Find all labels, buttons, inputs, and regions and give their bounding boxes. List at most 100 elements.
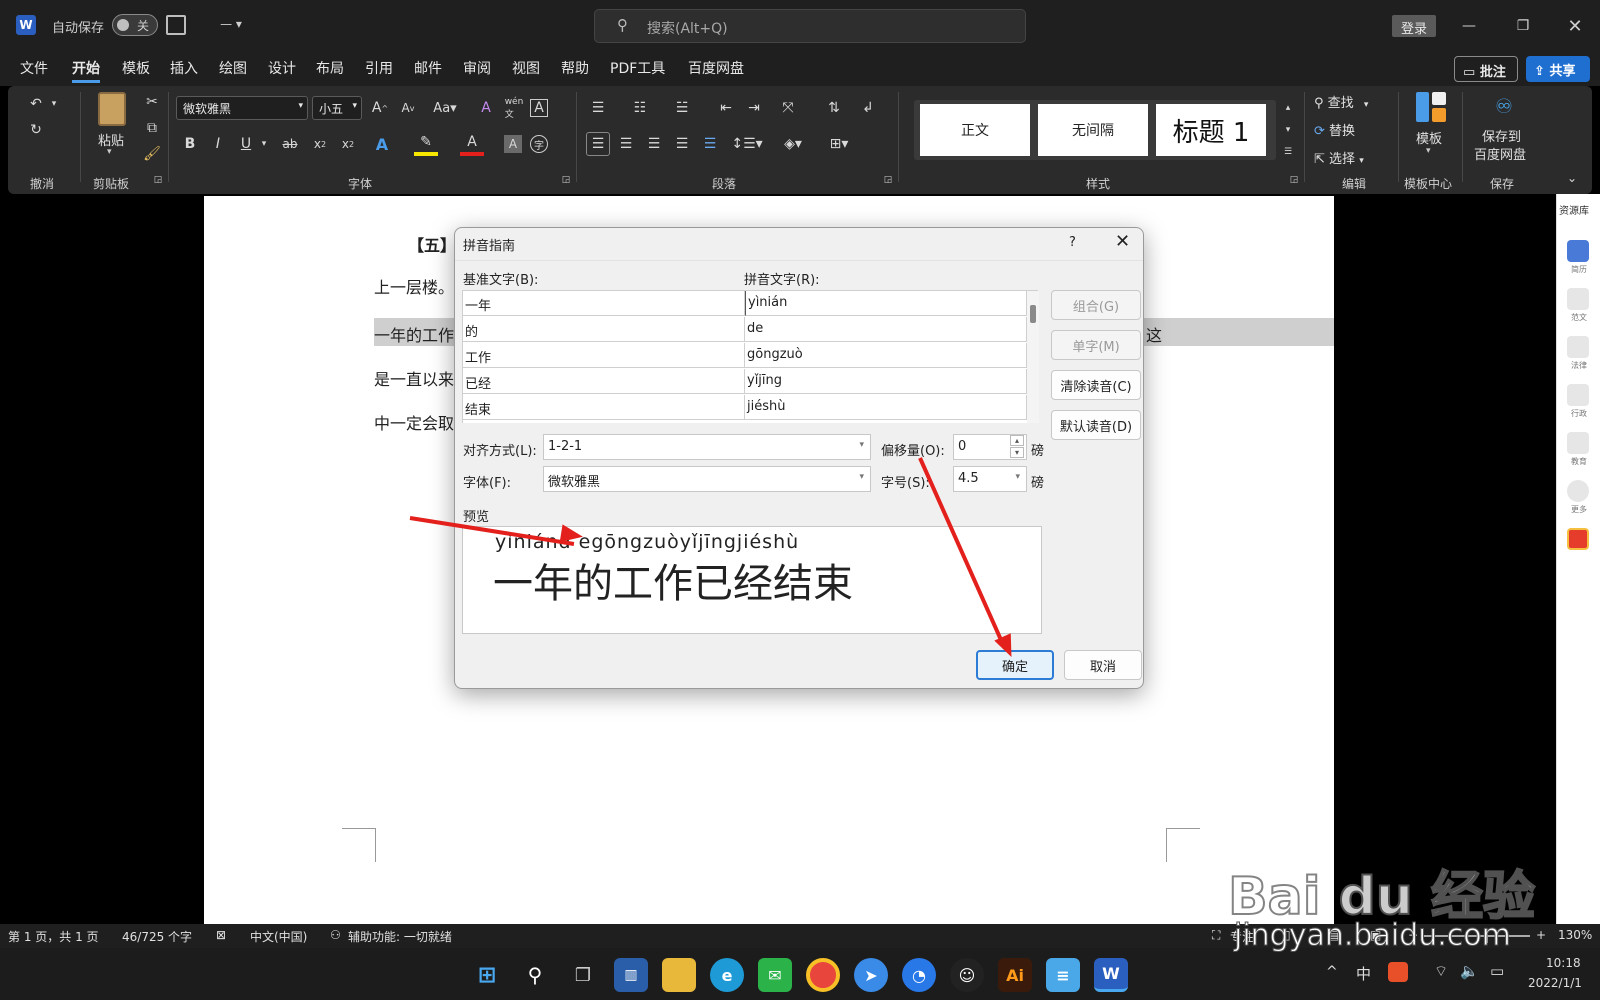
volume-icon[interactable]: 🔈 (1460, 962, 1479, 980)
paste-button[interactable]: 粘贴 ▾ (92, 92, 132, 162)
ruby-text-input[interactable]: jiéshù (745, 395, 1027, 420)
sogou-icon[interactable] (1388, 962, 1408, 982)
clear-formatting-icon[interactable]: A (474, 96, 498, 120)
ruby-text-input[interactable]: gōngzuò (745, 343, 1027, 368)
word-count[interactable]: 46/725 个字 (122, 928, 192, 945)
phonetic-guide-icon[interactable]: wén 文 (502, 96, 526, 120)
autosave-toggle[interactable]: 关 (112, 14, 158, 36)
education-icon[interactable] (1567, 432, 1589, 454)
underline-icon[interactable]: U (234, 132, 258, 156)
base-text-input[interactable]: 的 (463, 317, 745, 342)
clear-reading-button[interactable]: 清除读音(C) (1051, 370, 1141, 400)
tab-references[interactable]: 引用 (365, 58, 393, 78)
ime-indicator[interactable]: 中 (1356, 963, 1371, 984)
decrease-indent-icon[interactable]: ⇤ (714, 96, 738, 120)
format-painter-icon[interactable]: 🖌 (140, 142, 164, 166)
show-marks-icon[interactable]: ↲ (856, 96, 880, 120)
start-menu-icon[interactable]: ⊞ (470, 958, 504, 992)
text-direction-icon[interactable]: ⤧ (776, 96, 800, 120)
stepper-down-icon[interactable]: ▾ (1010, 447, 1024, 458)
dialog-close-icon[interactable]: ✕ (1115, 231, 1130, 252)
align-right-icon[interactable]: ☰ (642, 132, 666, 156)
ruby-text-input[interactable]: yǐjīng (745, 369, 1027, 394)
tab-draw[interactable]: 绘图 (219, 58, 247, 78)
red-packet-icon[interactable] (1567, 528, 1589, 550)
replace-button[interactable]: ⟳ 替换 (1314, 120, 1355, 139)
style-no-spacing[interactable]: 无间隔 (1038, 104, 1148, 156)
grow-font-icon[interactable]: A ^ (368, 96, 392, 120)
font-name-select[interactable]: 微软雅黑 ▾ (176, 96, 308, 120)
resource-pane-title[interactable]: 资源库 (1559, 202, 1589, 217)
dialog-launcher-icon[interactable]: ◲ (152, 174, 164, 186)
sort-icon[interactable]: ⇅ (822, 96, 846, 120)
admin-icon[interactable] (1567, 384, 1589, 406)
bold-icon[interactable]: B (178, 132, 202, 156)
scrollbar-thumb[interactable] (1030, 305, 1036, 323)
focus-icon[interactable]: ⛶ (1212, 928, 1220, 943)
line-spacing-icon[interactable]: ↕☰▾ (730, 132, 764, 156)
language[interactable]: 中文(中国) (250, 928, 307, 945)
strikethrough-icon[interactable]: ab (278, 132, 302, 156)
base-text-input[interactable]: 结束 (463, 395, 745, 420)
dialog-launcher-icon[interactable]: ◲ (560, 174, 572, 186)
zoom-in-icon[interactable]: + (1536, 928, 1546, 942)
tencent-meeting-icon[interactable]: ◔ (902, 958, 936, 992)
font-color-icon[interactable]: A (460, 132, 484, 156)
task-view-icon[interactable]: ❐ (566, 958, 600, 992)
chrome-icon[interactable] (806, 958, 840, 992)
undo-icon[interactable]: ↶ (24, 92, 48, 116)
italic-icon[interactable]: I (206, 132, 230, 156)
bullets-icon[interactable]: ☰ (586, 96, 610, 120)
character-border-icon[interactable]: A (530, 99, 548, 117)
redo-icon[interactable]: ↻ (24, 118, 48, 142)
tab-pdf-tools[interactable]: PDF工具 (610, 58, 665, 78)
sample-doc-icon[interactable] (1567, 288, 1589, 310)
comment-button[interactable]: ▭ 批注 (1454, 56, 1518, 82)
subscript-icon[interactable]: x2 (308, 132, 332, 156)
tab-help[interactable]: 帮助 (561, 58, 589, 78)
tray-overflow-icon[interactable]: ^ (1326, 964, 1338, 980)
minimize-icon[interactable]: — (1454, 14, 1484, 38)
styles-scroll-up-icon[interactable]: ▴ (1276, 96, 1300, 120)
law-icon[interactable] (1567, 336, 1589, 358)
enclose-character-icon[interactable]: 字 (530, 135, 548, 153)
numbering-icon[interactable]: ☷ (628, 96, 652, 120)
edge-icon[interactable]: e (710, 958, 744, 992)
tab-mailings[interactable]: 邮件 (414, 58, 442, 78)
mono-button[interactable]: 单字(M) (1051, 330, 1141, 360)
feishu-icon[interactable]: ➤ (854, 958, 888, 992)
tab-layout[interactable]: 布局 (316, 58, 344, 78)
change-case-icon[interactable]: Aa▾ (428, 96, 462, 120)
highlight-icon[interactable]: ✎ (414, 132, 438, 156)
accessibility-status[interactable]: 辅助功能: 一切就绪 (348, 928, 452, 945)
tab-file[interactable]: 文件 (20, 58, 48, 78)
font-select[interactable]: 微软雅黑 ▾ (543, 466, 871, 492)
tab-insert[interactable]: 插入 (170, 58, 198, 78)
collapse-ribbon-icon[interactable]: ⌄ (1560, 166, 1584, 190)
group-button[interactable]: 组合(G) (1051, 290, 1141, 320)
select-button[interactable]: ⇱ 选择 ▾ (1314, 148, 1364, 167)
ruby-text-input[interactable]: de (745, 317, 1027, 342)
shading-icon[interactable]: ◈▾ (776, 132, 810, 156)
default-reading-button[interactable]: 默认读音(D) (1051, 410, 1141, 440)
more-icon[interactable] (1567, 480, 1589, 502)
align-left-icon[interactable]: ☰ (586, 132, 610, 156)
offset-stepper[interactable]: 0 ▴ ▾ (953, 434, 1027, 460)
tab-design[interactable]: 设计 (268, 58, 296, 78)
style-heading-1[interactable]: 标题 1 (1156, 104, 1266, 156)
qq-icon[interactable]: ☺ (950, 958, 984, 992)
shrink-font-icon[interactable]: Av (396, 96, 420, 120)
dialog-launcher-icon[interactable]: ◲ (882, 174, 894, 186)
template-button[interactable]: 模板 ▾ (1408, 92, 1452, 164)
cut-icon[interactable]: ✂ (140, 90, 164, 114)
save-icon[interactable] (166, 15, 186, 35)
styles-scroll-down-icon[interactable]: ▾ (1276, 118, 1300, 142)
alignment-select[interactable]: 1-2-1 ▾ (543, 434, 871, 460)
page-count[interactable]: 第 1 页，共 1 页 (8, 928, 99, 945)
search-icon[interactable]: ⚲ (518, 958, 552, 992)
wechat-icon[interactable]: ✉ (758, 958, 792, 992)
base-text-input[interactable]: 一年 (463, 291, 745, 316)
borders-icon[interactable]: ⊞▾ (822, 132, 856, 156)
underline-dropdown-icon[interactable]: ▾ (258, 132, 270, 156)
share-button[interactable]: ⇪ 共享 (1526, 56, 1590, 82)
